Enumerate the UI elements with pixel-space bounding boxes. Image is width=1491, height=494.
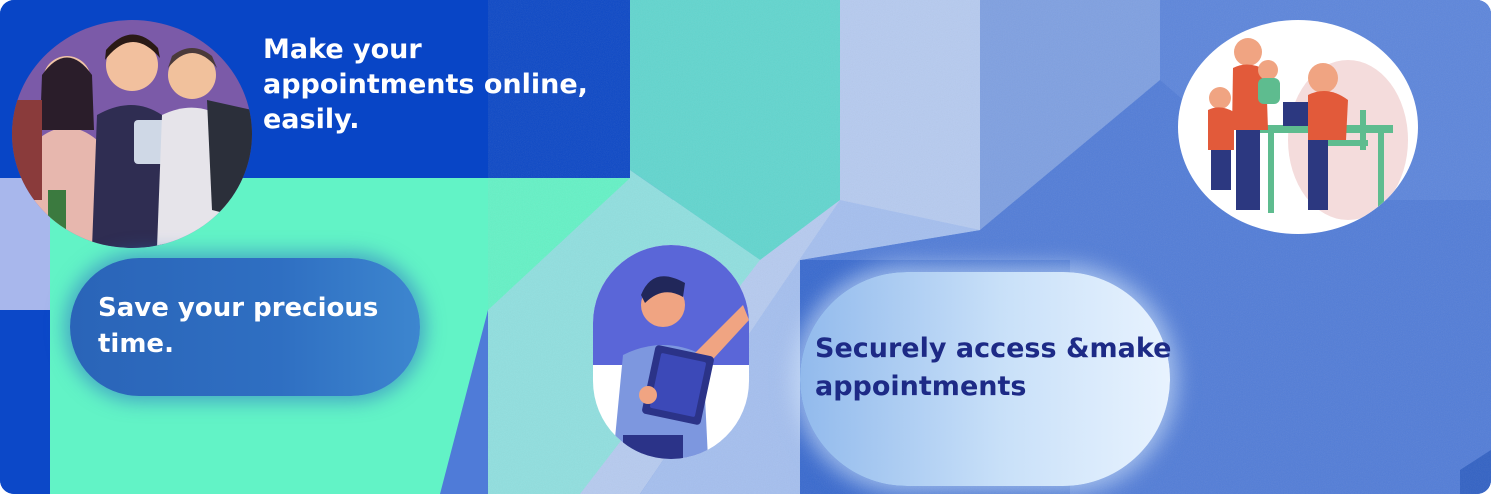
headline: Make your appointments online, easily. (263, 34, 588, 135)
promo-banner: Make your appointments online, easily. S… (0, 0, 1491, 494)
family-illustration (1178, 20, 1418, 234)
secure-access-text: Securely access &make appointments (815, 333, 1172, 402)
tablet-user-illustration (593, 245, 749, 459)
students-illustration (12, 20, 252, 248)
save-time-text: Save your precious time. (98, 293, 379, 359)
